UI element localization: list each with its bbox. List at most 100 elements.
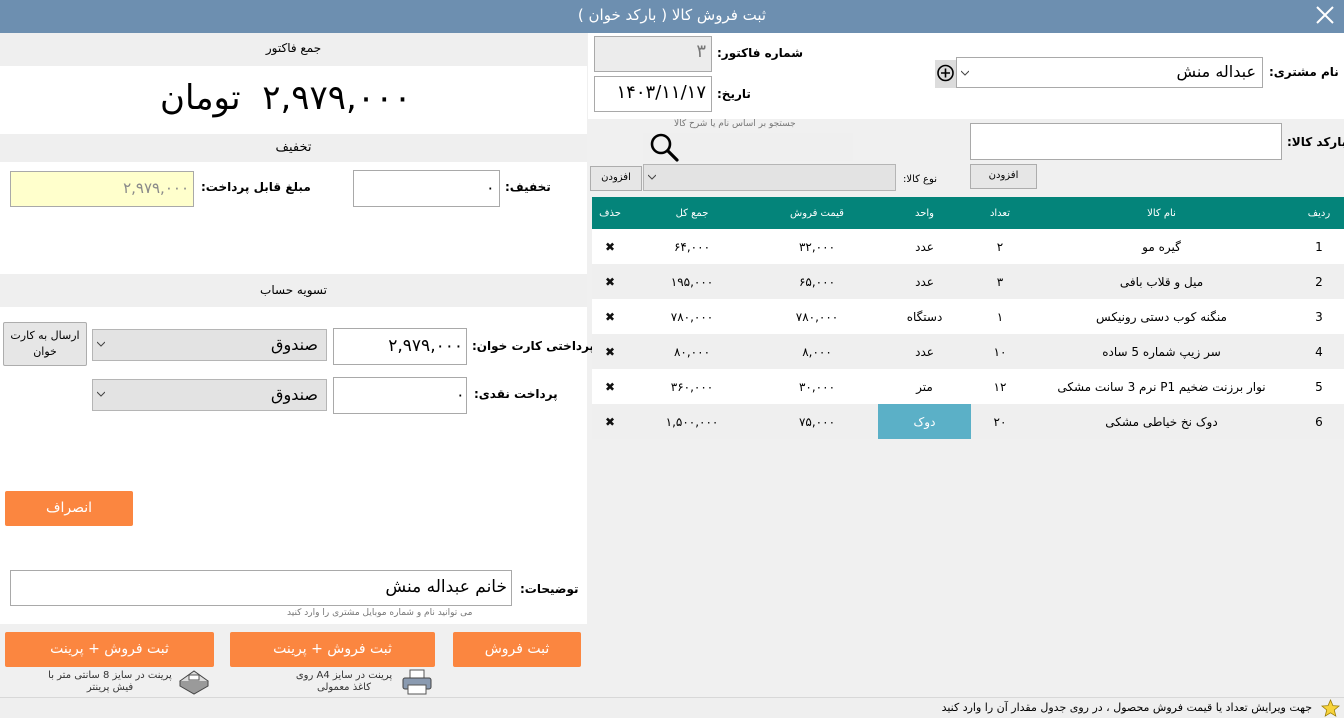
invoice-total-header: جمع فاکتور [0,33,587,66]
header-quantity: تعداد [971,197,1029,229]
payable-field: ۲,۹۷۹,۰۰۰ [10,171,194,207]
cell-quantity[interactable]: ۱ [971,299,1029,334]
status-bar: جهت ویرایش تعداد یا قیمت فروش محصول ، در… [0,697,1344,718]
window-title: ثبت فروش کالا ( بارکد خوان ) [577,6,767,24]
cell-product-name: سر زیپ شماره 5 ساده [1029,334,1294,369]
search-hint: جستجو بر اساس نام یا شرح کالا [674,119,796,129]
barcode-label: بارکد کالا: [1287,135,1344,149]
notes-input[interactable]: خانم عبداله منش [10,570,512,606]
delete-row-icon[interactable]: ✖ [592,264,628,299]
delete-row-icon[interactable]: ✖ [592,369,628,404]
table-row[interactable]: 6 دوک نخ خیاطی مشکی ۲۰ دوک ۷۵,۰۰۰ ۱,۵۰۰,… [592,404,1344,439]
add-barcode-button[interactable]: افزودن [970,164,1037,189]
customer-value: عبداله منش [1176,62,1256,81]
payable-value: ۲,۹۷۹,۰۰۰ [123,179,189,197]
cell-quantity[interactable]: ۲ [971,229,1029,264]
chevron-down-icon [648,174,656,180]
card-payment-input[interactable]: ۲,۹۷۹,۰۰۰ [333,328,467,365]
table-row[interactable]: 5 نوار برزنت ضخیم P1 نرم 3 سانت مشکی ۱۲ … [592,369,1344,404]
cell-sale-price[interactable]: ۷۸۰,۰۰۰ [756,299,878,334]
save-print-a4-button[interactable]: ثبت فروش + پرینت [230,632,435,667]
cell-quantity[interactable]: ۱۰ [971,334,1029,369]
star-icon [1321,699,1340,717]
date-input[interactable]: ۱۴۰۳/۱۱/۱۷ [594,76,712,112]
settlement-header: تسویه حساب [0,274,587,307]
table-row[interactable]: 3 منگنه کوب دستی رونیکس ۱ دستگاه ۷۸۰,۰۰۰… [592,299,1344,334]
cell-total: ۶۴,۰۰۰ [628,229,756,264]
invoice-total-amount: ۲,۹۷۹,۰۰۰ [262,78,412,118]
cell-unit: متر [878,369,971,404]
invoice-number-value: ۳ [696,41,706,62]
close-icon[interactable] [1312,2,1338,28]
cash-account-select[interactable]: صندوق [92,379,327,411]
delete-row-icon[interactable]: ✖ [592,334,628,369]
window-titlebar: ثبت فروش کالا ( بارکد خوان ) [0,0,1344,33]
invoice-number-field: ۳ [594,36,712,72]
cell-row-number: 1 [1294,229,1344,264]
cell-total: ۷۸۰,۰۰۰ [628,299,756,334]
cell-quantity[interactable]: ۳ [971,264,1029,299]
delete-row-icon[interactable]: ✖ [592,299,628,334]
date-value: ۱۴۰۳/۱۱/۱۷ [616,82,706,103]
cell-unit: عدد [878,264,971,299]
save-print-8cm-button[interactable]: ثبت فروش + پرینت [5,632,214,667]
notes-label: توضیحات: [520,582,579,596]
delete-row-icon[interactable]: ✖ [592,229,628,264]
a4-print-note: پرینت در سایز A4 روی کاغذ معمولی [295,670,393,693]
table-row[interactable]: 2 میل و قلاب بافی ۳ عدد ۶۵,۰۰۰ ۱۹۵,۰۰۰ ✖ [592,264,1344,299]
8cm-print-note: پرینت در سایز 8 سانتی متر با فیش پرینتر [48,670,172,693]
date-label: تاریخ: [717,87,751,101]
notes-value: خانم عبداله منش [385,577,507,597]
cash-payment-label: پرداخت نقدی: [474,387,558,401]
cell-sale-price[interactable]: ۶۵,۰۰۰ [756,264,878,299]
cell-unit: عدد [878,229,971,264]
cell-unit: عدد [878,334,971,369]
add-customer-icon[interactable] [935,60,956,88]
cash-account-value: صندوق [271,385,318,404]
add-product-type-button[interactable]: افزودن [590,166,642,191]
barcode-input[interactable] [970,123,1282,160]
header-total: جمع کل [628,197,756,229]
cell-row-number: 6 [1294,404,1344,439]
payable-label: مبلغ قابل پرداخت: [201,180,311,194]
table-header-row: ردیف نام کالا تعداد واحد قیمت فروش جمع ک… [592,197,1344,229]
printer-icon [402,669,432,695]
search-icon[interactable] [648,131,680,163]
cash-payment-input[interactable]: ۰ [333,377,467,414]
cell-unit[interactable]: دوک [878,404,971,439]
cell-row-number: 2 [1294,264,1344,299]
cell-row-number: 3 [1294,299,1344,334]
product-type-select[interactable] [643,164,896,191]
cell-sale-price[interactable]: ۳۰,۰۰۰ [756,369,878,404]
chevron-down-icon [961,70,969,76]
cancel-button[interactable]: انصراف [5,491,133,526]
cell-sale-price[interactable]: ۸,۰۰۰ [756,334,878,369]
cell-total: ۱,۵۰۰,۰۰۰ [628,404,756,439]
table-row[interactable]: 4 سر زیپ شماره 5 ساده ۱۰ عدد ۸,۰۰۰ ۸۰,۰۰… [592,334,1344,369]
cell-sale-price[interactable]: ۷۵,۰۰۰ [756,404,878,439]
chevron-down-icon [97,341,105,347]
send-to-card-reader-button[interactable]: ارسال به کارت خوان [3,322,87,366]
cell-row-number: 4 [1294,334,1344,369]
cell-unit: دستگاه [878,299,971,334]
send-to-card-reader-label: ارسال به کارت خوان [10,329,80,358]
cell-quantity[interactable]: ۲۰ [971,404,1029,439]
delete-row-icon[interactable]: ✖ [592,404,628,439]
card-payment-value: ۲,۹۷۹,۰۰۰ [388,336,463,356]
discount-header: تخفیف [0,134,587,162]
cell-sale-price[interactable]: ۳۲,۰۰۰ [756,229,878,264]
discount-input[interactable]: ۰ [353,170,500,207]
cell-total: ۳۶۰,۰۰۰ [628,369,756,404]
invoice-total-panel: ۲,۹۷۹,۰۰۰ تومان [0,66,587,134]
header-sale-price: قیمت فروش [756,197,878,229]
invoice-total-currency: تومان [160,78,241,118]
card-account-select[interactable]: صندوق [92,329,327,361]
table-row[interactable]: 1 گیره مو ۲ عدد ۳۲,۰۰۰ ۶۴,۰۰۰ ✖ [592,229,1344,264]
cell-product-name: نوار برزنت ضخیم P1 نرم 3 سانت مشکی [1029,369,1294,404]
cell-product-name: دوک نخ خیاطی مشکی [1029,404,1294,439]
header-unit: واحد [878,197,971,229]
cell-quantity[interactable]: ۱۲ [971,369,1029,404]
customer-select[interactable]: عبداله منش [956,57,1263,88]
cell-row-number: 5 [1294,369,1344,404]
save-sale-button[interactable]: ثبت فروش [453,632,581,667]
